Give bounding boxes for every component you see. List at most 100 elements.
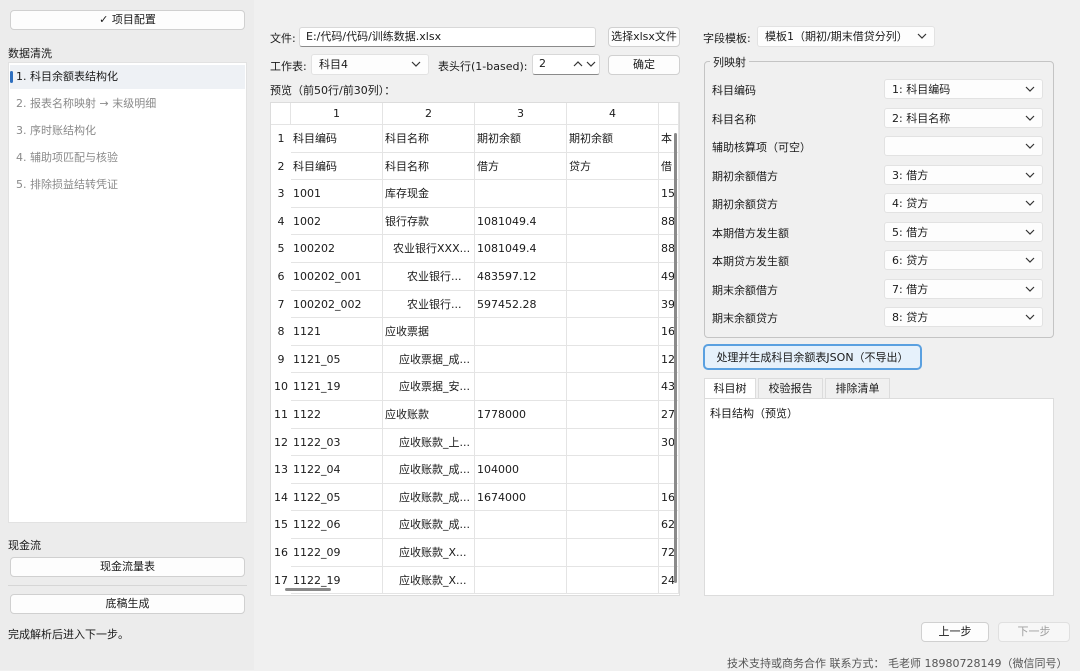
row-header[interactable]: 4: [271, 208, 291, 236]
table-cell[interactable]: [475, 373, 567, 401]
table-cell[interactable]: 597452.28: [475, 290, 567, 319]
table-cell[interactable]: 应收票据_安...: [383, 373, 475, 401]
column-header[interactable]: [659, 103, 679, 125]
table-cell[interactable]: [567, 456, 659, 484]
tab-exclusion-list[interactable]: 排除清单: [825, 378, 890, 398]
table-cell[interactable]: [475, 566, 567, 595]
table-cell[interactable]: [567, 235, 659, 263]
column-header[interactable]: 2: [383, 103, 475, 125]
sheet-select[interactable]: 科目4: [311, 54, 429, 75]
table-cell[interactable]: [567, 345, 659, 374]
map-field-select[interactable]: 6: 贷方: [884, 250, 1043, 270]
table-cell[interactable]: 1121_19: [291, 373, 383, 401]
row-header[interactable]: 15: [271, 511, 291, 539]
table-cell[interactable]: 应收账款_成...: [383, 511, 475, 539]
table-cell[interactable]: [567, 373, 659, 401]
table-cell[interactable]: [567, 180, 659, 208]
step-2[interactable]: 2. 报表名称映射 → 末级明细: [10, 92, 245, 116]
table-cell[interactable]: [567, 483, 659, 512]
table-cell[interactable]: 1081049.4: [475, 207, 567, 236]
table-cell[interactable]: 农业银行XXX...: [383, 235, 475, 263]
tab-check-report[interactable]: 校验报告: [758, 378, 823, 398]
row-header[interactable]: 12: [271, 429, 291, 457]
table-cell[interactable]: 1122_06: [291, 511, 383, 539]
table-cell[interactable]: 借方: [475, 152, 567, 181]
confirm-button[interactable]: 确定: [608, 55, 680, 75]
table-cell[interactable]: 1778000: [475, 401, 567, 429]
row-header[interactable]: 13: [271, 456, 291, 484]
file-path-input[interactable]: E:/代码/代码/训练数据.xlsx: [299, 27, 596, 47]
tab-subject-tree[interactable]: 科目树: [704, 378, 756, 398]
vertical-scrollbar[interactable]: [674, 133, 677, 583]
table-cell[interactable]: 应收账款_成...: [383, 456, 475, 484]
horizontal-scrollbar[interactable]: [285, 588, 331, 591]
table-cell[interactable]: 1122_09: [291, 539, 383, 567]
table-cell[interactable]: [567, 401, 659, 429]
table-cell[interactable]: [567, 290, 659, 319]
map-field-select[interactable]: 2: 科目名称: [884, 107, 1043, 128]
step-4[interactable]: 4. 辅助项匹配与核验: [10, 146, 245, 170]
map-field-select[interactable]: 8: 贷方: [884, 307, 1043, 327]
table-cell[interactable]: 农业银行...: [383, 290, 475, 319]
table-cell[interactable]: 1121_05: [291, 345, 383, 374]
preview-table[interactable]: 1 2 3 4 1 科目编码 科目名称 期初余额 期初余额本 2 科目编码 科目名称 借方 贷方借…: [270, 102, 680, 596]
table-cell[interactable]: [567, 318, 659, 346]
row-header[interactable]: 9: [271, 346, 291, 374]
tree-panel[interactable]: [704, 398, 1054, 596]
map-field-select[interactable]: 4: 贷方: [884, 193, 1043, 213]
column-header[interactable]: 3: [475, 103, 567, 125]
table-cell[interactable]: 贷方: [567, 152, 659, 181]
table-cell[interactable]: 100202_001: [291, 263, 383, 291]
table-cell[interactable]: 农业银行...: [383, 263, 475, 291]
step-1[interactable]: 1. 科目余额表结构化: [10, 65, 245, 89]
table-cell[interactable]: [475, 345, 567, 374]
table-cell[interactable]: 期初余额: [475, 125, 567, 153]
row-header[interactable]: 10: [271, 373, 291, 401]
table-cell[interactable]: 1121: [291, 318, 383, 346]
table-cell[interactable]: 应收账款_成...: [383, 483, 475, 512]
row-header[interactable]: 11: [271, 401, 291, 429]
draft-button[interactable]: 底稿生成: [10, 594, 245, 614]
table-cell[interactable]: 应收票据: [383, 318, 475, 346]
header-row-spinbox[interactable]: 2: [532, 54, 600, 75]
table-cell[interactable]: 科目名称: [383, 125, 475, 153]
table-cell[interactable]: 1002: [291, 207, 383, 236]
table-cell[interactable]: [475, 428, 567, 457]
project-config-button[interactable]: ✓ 项目配置: [10, 10, 245, 30]
column-header[interactable]: 4: [567, 103, 659, 125]
table-cell[interactable]: [475, 511, 567, 539]
map-field-select[interactable]: [884, 136, 1043, 156]
table-cell[interactable]: [567, 566, 659, 595]
table-cell[interactable]: 1122_05: [291, 483, 383, 512]
table-cell[interactable]: 1122_04: [291, 456, 383, 484]
chevron-down-icon[interactable]: [586, 56, 596, 78]
step-3[interactable]: 3. 序时账结构化: [10, 119, 245, 143]
row-header[interactable]: 14: [271, 484, 291, 512]
row-header[interactable]: 7: [271, 291, 291, 319]
cashflow-button[interactable]: 现金流量表: [10, 557, 245, 577]
choose-xlsx-button[interactable]: 选择xlsx文件: [608, 27, 680, 47]
table-cell[interactable]: [567, 263, 659, 291]
table-cell[interactable]: [567, 539, 659, 567]
table-cell[interactable]: 科目名称: [383, 152, 475, 181]
table-cell[interactable]: 1122_03: [291, 428, 383, 457]
table-cell[interactable]: 1674000: [475, 483, 567, 512]
template-select[interactable]: 模板1（期初/期末借贷分列）: [757, 26, 935, 47]
table-cell[interactable]: 库存现金: [383, 180, 475, 208]
table-cell[interactable]: 应收账款_上...: [383, 428, 475, 457]
next-button[interactable]: 下一步: [998, 622, 1070, 642]
step-5[interactable]: 5. 排除损益结转凭证: [10, 173, 245, 197]
map-field-select[interactable]: 7: 借方: [884, 278, 1043, 299]
table-cell[interactable]: 104000: [475, 456, 567, 484]
map-field-select[interactable]: 3: 借方: [884, 164, 1043, 185]
table-cell[interactable]: 483597.12: [475, 263, 567, 291]
row-header[interactable]: 16: [271, 539, 291, 567]
table-cell[interactable]: 100202_002: [291, 290, 383, 319]
table-cell[interactable]: 银行存款: [383, 207, 475, 236]
map-field-select[interactable]: 1: 科目编码: [884, 79, 1043, 99]
table-cell[interactable]: [475, 180, 567, 208]
table-cell[interactable]: 应收账款_X...: [383, 566, 475, 595]
table-cell[interactable]: [475, 539, 567, 567]
table-cell[interactable]: 100202: [291, 235, 383, 263]
table-cell[interactable]: 1122: [291, 401, 383, 429]
